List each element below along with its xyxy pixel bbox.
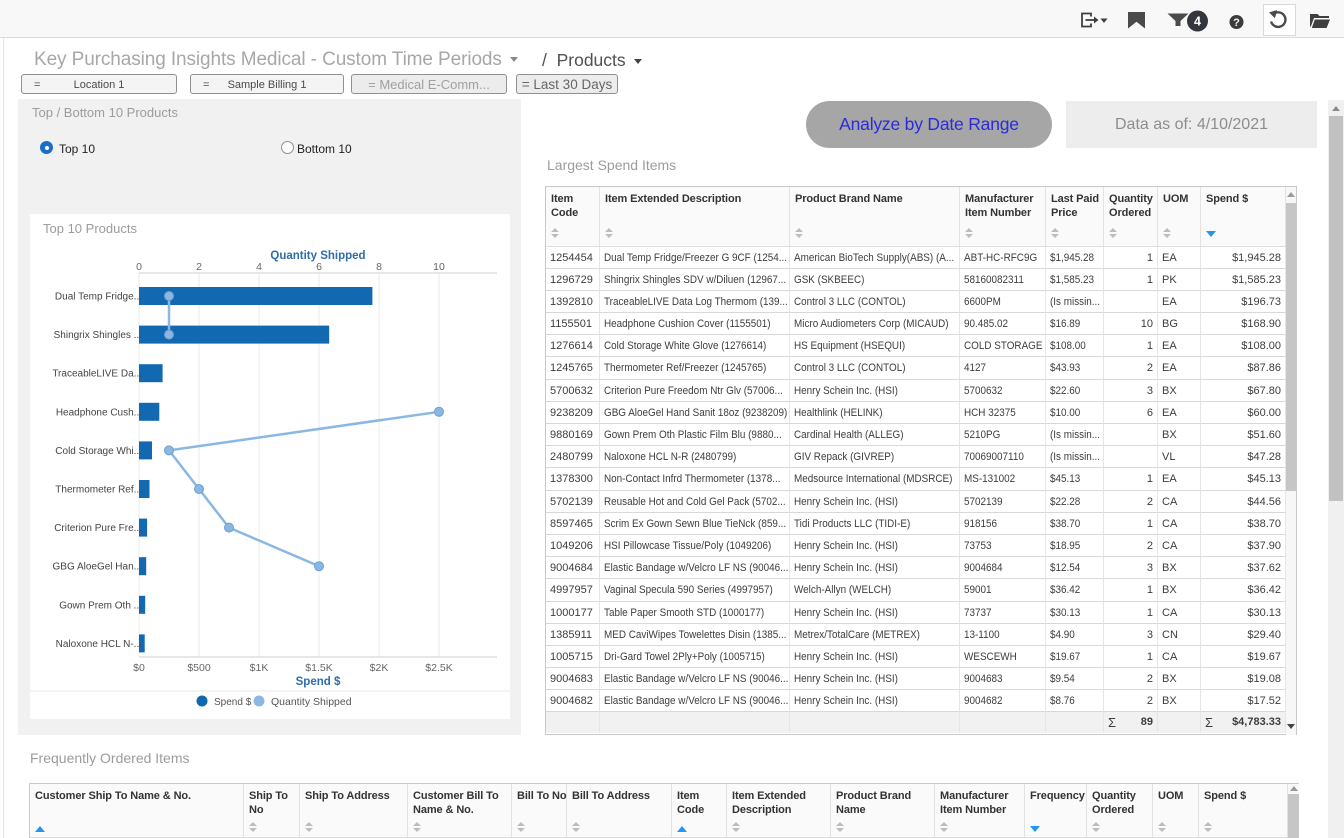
svg-text:Naloxone HCL N-...: Naloxone HCL N-... (56, 639, 142, 650)
svg-text:2: 2 (196, 261, 202, 273)
svg-text:8: 8 (376, 261, 382, 273)
svg-text:Spend $: Spend $ (296, 676, 341, 688)
svg-text:?: ? (1233, 17, 1240, 29)
svg-text:Top 10 Products: Top 10 Products (43, 221, 137, 236)
svg-text:TraceableLIVE Da...: TraceableLIVE Da... (52, 369, 142, 380)
svg-text:$1.5K: $1.5K (305, 662, 332, 674)
svg-text:Thermometer Ref...: Thermometer Ref... (55, 485, 142, 496)
svg-text:4: 4 (1194, 15, 1201, 29)
svg-text:Spend $: Spend $ (214, 697, 252, 708)
svg-text:10: 10 (433, 261, 445, 273)
svg-text:$1K: $1K (250, 662, 269, 674)
svg-text:Cold Storage Whi...: Cold Storage Whi... (55, 446, 142, 457)
svg-text:Headphone Cush...: Headphone Cush... (56, 407, 142, 418)
svg-text:GBG AloeGel Han...: GBG AloeGel Han... (53, 562, 143, 573)
svg-text:$0: $0 (133, 662, 145, 674)
svg-text:0: 0 (136, 261, 142, 273)
svg-text:4: 4 (256, 261, 262, 273)
svg-text:Shingrix Shingles ...: Shingrix Shingles ... (54, 330, 142, 341)
svg-text:$2.5K: $2.5K (425, 662, 452, 674)
svg-text:$500: $500 (187, 662, 211, 674)
svg-text:$2K: $2K (370, 662, 389, 674)
svg-text:Gown Prem Oth ...: Gown Prem Oth ... (59, 600, 142, 611)
svg-text:6: 6 (316, 261, 322, 273)
svg-text:Criterion Pure Fre...: Criterion Pure Fre... (54, 523, 142, 534)
svg-text:Quantity Shipped: Quantity Shipped (271, 696, 352, 708)
svg-text:Dual Temp Fridge...: Dual Temp Fridge... (55, 292, 142, 303)
